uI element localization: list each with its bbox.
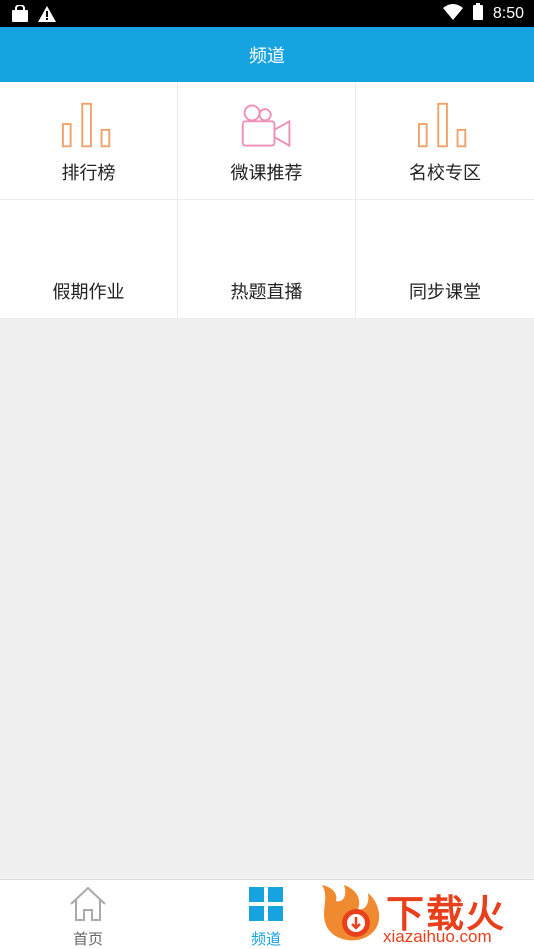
channel-top-schools[interactable]: 名校专区 <box>356 82 534 200</box>
page-title: 频道 <box>249 45 285 67</box>
nav-label: 频道 <box>250 930 281 948</box>
home-icon <box>69 886 107 926</box>
status-bar: 8:50 <box>0 0 534 27</box>
bag-icon <box>11 4 29 26</box>
video-camera-icon <box>239 100 295 152</box>
nav-label: 首页 <box>72 930 103 948</box>
channel-label: 排行榜 <box>61 163 116 184</box>
bar-chart-icon <box>417 100 473 152</box>
channel-label: 微课推荐 <box>230 163 303 184</box>
channel-label: 同步课堂 <box>409 282 481 303</box>
nav-channel[interactable]: 频道 <box>221 886 311 949</box>
channel-micro-lessons[interactable]: 微课推荐 <box>178 82 356 200</box>
clock-time: 8:50 <box>492 4 524 22</box>
watermark: 下载火 xiazaihuo.com <box>314 879 534 949</box>
bar-chart-icon <box>61 100 117 152</box>
channel-label: 名校专区 <box>409 163 481 184</box>
battery-icon <box>472 3 483 24</box>
flame-logo-icon <box>316 881 382 949</box>
nav-home[interactable]: 首页 <box>43 886 133 949</box>
warning-icon <box>38 5 56 26</box>
channel-live-questions[interactable]: 热题直播 <box>178 200 356 319</box>
channel-label: 假期作业 <box>52 282 125 303</box>
grid-icon <box>248 887 284 926</box>
app-header: 频道 <box>0 27 534 82</box>
channel-holiday-homework[interactable]: 假期作业 <box>0 200 178 319</box>
channel-sync-classroom[interactable]: 同步课堂 <box>356 200 534 319</box>
channel-label: 热题直播 <box>230 282 303 303</box>
channel-ranking[interactable]: 排行榜 <box>0 82 178 200</box>
watermark-url: xiazaihuo.com <box>383 927 492 946</box>
channel-grid: 排行榜 微课推荐 名校专区 假期作业 热题直播 同步课堂 <box>0 82 534 319</box>
wifi-icon <box>442 3 463 24</box>
